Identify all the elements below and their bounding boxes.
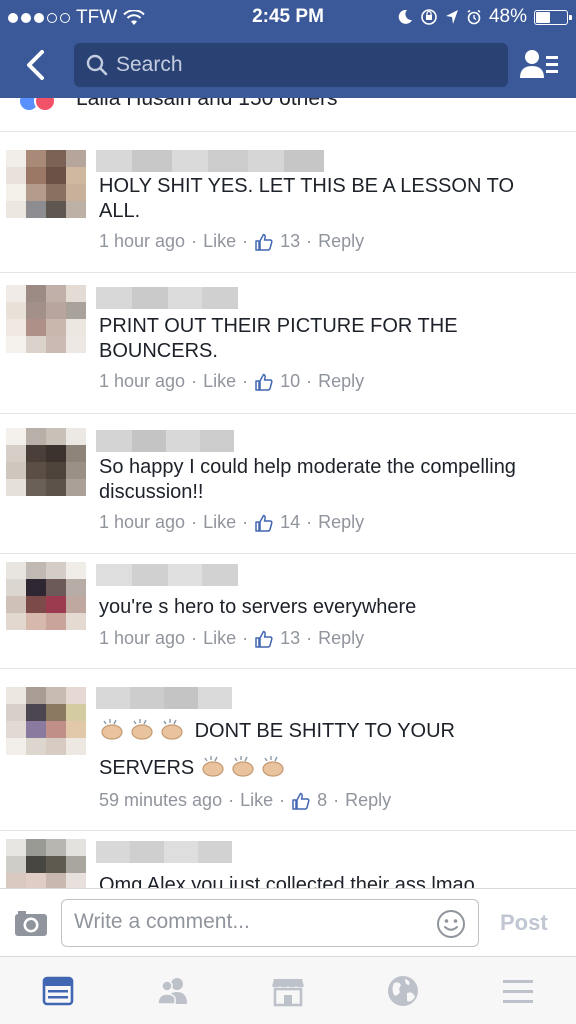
comment-item: Omg Alex you just collected their ass lm…: [0, 831, 576, 888]
emoji-icon[interactable]: [436, 909, 466, 939]
like-link[interactable]: Like: [203, 512, 236, 533]
thumbs-up-icon: [255, 514, 273, 532]
news-feed-icon[interactable]: [40, 973, 76, 1009]
avatar[interactable]: [6, 839, 86, 888]
friend-requests-icon[interactable]: [518, 46, 560, 84]
comment-item: you're s hero to servers everywhere 1 ho…: [0, 554, 576, 669]
comment-time[interactable]: 1 hour ago: [99, 512, 185, 533]
comment-text: DONT BE SHITTY TO YOUR SERVERS: [99, 717, 559, 781]
top-bar: TFW 2:45 PM 48%: [0, 0, 576, 98]
like-count: 8: [317, 790, 328, 810]
comment-text: you're s hero to servers everywhere: [99, 596, 417, 618]
comment-time[interactable]: 59 minutes ago: [99, 790, 222, 811]
do-not-disturb-icon: [398, 9, 412, 24]
comment-item: DONT BE SHITTY TO YOUR SERVERS 59 minute…: [0, 669, 576, 831]
comment-item: HOLY SHIT YES. LET THIS BE A LESSON TO A…: [0, 132, 576, 273]
comment-input-box[interactable]: [61, 899, 479, 947]
comment-text-part2: SERVERS: [99, 757, 195, 779]
status-bar: TFW 2:45 PM 48%: [0, 0, 576, 34]
friends-icon[interactable]: [155, 973, 191, 1009]
comment-text: HOLY SHIT YES. LET THIS BE A LESSON TO A…: [99, 175, 514, 222]
comment-meta: 1 hour ago · Like · 13 · Reply: [99, 628, 365, 649]
camera-icon[interactable]: [14, 909, 48, 937]
thumbs-up-icon: [255, 373, 273, 391]
comment-input[interactable]: [74, 910, 424, 934]
reply-link[interactable]: Reply: [345, 790, 391, 811]
rotation-lock-icon: [421, 9, 437, 25]
search-input[interactable]: [116, 53, 476, 77]
menu-icon[interactable]: [500, 973, 536, 1009]
comment-composer: Post: [0, 888, 576, 956]
like-link[interactable]: Like: [240, 790, 273, 811]
battery-percent: 48%: [488, 6, 527, 27]
comment-text: PRINT OUT THEIR PICTURE FOR THE BOUNCERS…: [99, 315, 458, 362]
comment-meta: 1 hour ago · Like · 13 · Reply: [99, 231, 365, 252]
clapping-hands-icon: [200, 756, 290, 779]
comment-meta: 1 hour ago · Like · 10 · Reply: [99, 371, 365, 392]
reply-link[interactable]: Reply: [318, 371, 364, 392]
comment-text-part1: DONT BE SHITTY TO YOUR: [194, 720, 455, 742]
battery-icon: [534, 9, 572, 25]
post-button[interactable]: Post: [500, 910, 548, 936]
back-chevron-icon[interactable]: [18, 46, 54, 84]
reply-link[interactable]: Reply: [318, 512, 364, 533]
reactions-summary-text: Laila Husain and 150 others: [76, 98, 338, 110]
reply-link[interactable]: Reply: [318, 231, 364, 252]
notifications-globe-icon[interactable]: [385, 973, 421, 1009]
comment-item: So happy I could help moderate the compe…: [0, 414, 576, 554]
reply-link[interactable]: Reply: [318, 628, 364, 649]
nav-row: [0, 38, 576, 92]
like-count: 10: [280, 371, 301, 391]
avatar[interactable]: [6, 428, 86, 496]
reactions-summary[interactable]: Laila Husain and 150 others: [0, 98, 576, 132]
like-link[interactable]: Like: [203, 231, 236, 252]
comment-time[interactable]: 1 hour ago: [99, 371, 185, 392]
clapping-hands-icon: [99, 719, 195, 742]
location-icon: [445, 10, 458, 24]
comment-text: So happy I could help moderate the compe…: [99, 456, 516, 503]
thumbs-up-icon: [292, 792, 310, 810]
like-link[interactable]: Like: [203, 628, 236, 649]
comment-time[interactable]: 1 hour ago: [99, 231, 185, 252]
marketplace-icon[interactable]: [270, 973, 306, 1009]
commenter-name-redacted[interactable]: [96, 287, 238, 309]
commenter-name-redacted[interactable]: [96, 564, 238, 586]
like-link[interactable]: Like: [203, 371, 236, 392]
bottom-tab-bar: [0, 956, 576, 1024]
avatar[interactable]: [6, 285, 86, 353]
like-count: 13: [280, 231, 301, 251]
comment-meta: 1 hour ago · Like · 14 · Reply: [99, 512, 365, 533]
commenter-name-redacted[interactable]: [96, 841, 232, 863]
love-reaction-icon: [34, 98, 56, 112]
avatar[interactable]: [6, 687, 86, 755]
search-icon: [86, 54, 108, 76]
alarm-icon: [467, 9, 481, 25]
comment-meta: 59 minutes ago · Like · 8 · Reply: [99, 790, 392, 811]
like-count: 14: [280, 512, 301, 532]
search-bar[interactable]: [74, 43, 508, 87]
comment-text: Omg Alex you just collected their ass lm…: [99, 874, 475, 888]
avatar[interactable]: [6, 150, 86, 218]
comment-time[interactable]: 1 hour ago: [99, 628, 185, 649]
thumbs-up-icon: [255, 233, 273, 251]
comment-item: PRINT OUT THEIR PICTURE FOR THE BOUNCERS…: [0, 273, 576, 414]
avatar[interactable]: [6, 562, 86, 630]
commenter-name-redacted[interactable]: [96, 150, 324, 172]
commenter-name-redacted[interactable]: [96, 687, 232, 709]
commenter-name-redacted[interactable]: [96, 430, 234, 452]
thumbs-up-icon: [255, 630, 273, 648]
like-count: 13: [280, 628, 301, 648]
